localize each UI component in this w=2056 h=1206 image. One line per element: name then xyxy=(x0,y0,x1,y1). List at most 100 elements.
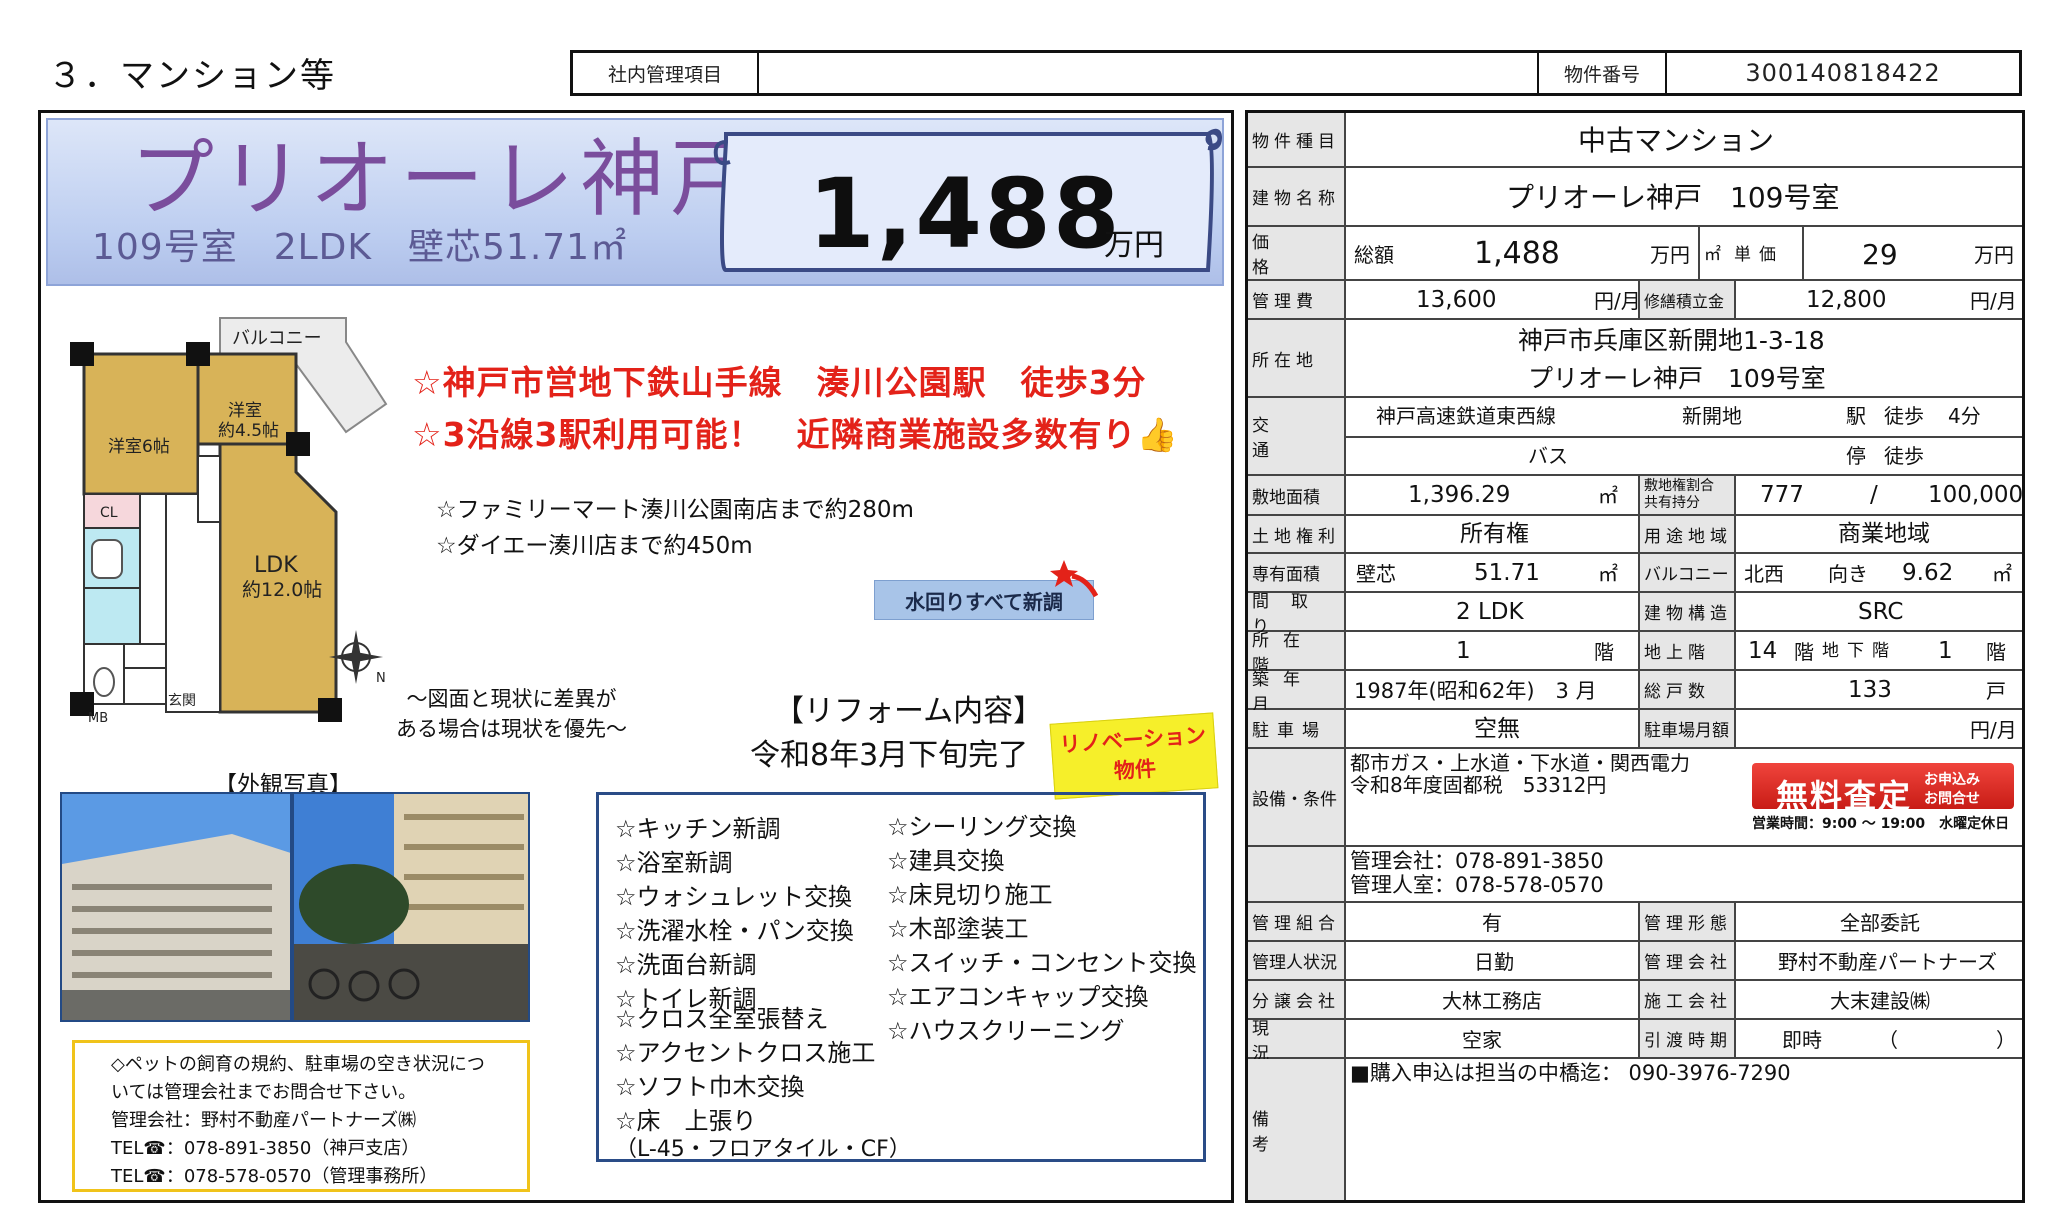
value-unit-price: 29 xyxy=(1862,238,1898,271)
value-office-tel: 管理人室：078-578-0570 xyxy=(1350,873,1604,897)
room-number: 109号室 xyxy=(92,227,238,268)
entrance-photo xyxy=(292,792,530,1022)
reform-item: ☆アクセントクロス施工 xyxy=(615,1039,876,1067)
pet-note-tel-office: TEL☎：078-578-0570（管理事務所） xyxy=(111,1166,438,1187)
renovation-badge: リノベーション 物件 xyxy=(1049,712,1219,800)
pet-note-line: いては管理会社までお問合せ下さい。 xyxy=(111,1082,417,1103)
headline-station: ☆神戸市営地下鉄山手線 湊川公園駅 徒歩3分 xyxy=(412,363,1147,402)
reform-item: ☆エアコンキャップ交換 xyxy=(887,983,1149,1011)
row-layout: 間取り 2 LDK 建物構造 SRC xyxy=(1248,592,2022,637)
reform-item: ☆建具交換 xyxy=(887,847,1005,875)
label-repair-fund: 修繕積立金 xyxy=(1638,281,1736,318)
value-station: 新開地 xyxy=(1682,404,1742,428)
room-ldk-size: 約12.0帖 xyxy=(242,579,322,601)
unit-total-units: 戸 xyxy=(1986,679,2006,703)
balcony-label: バルコニー xyxy=(232,328,322,349)
unit-above-ground: 階 xyxy=(1794,640,1814,664)
nearby-familymart: ☆ファミリーマート湊川公園南店まで約280m xyxy=(436,497,914,523)
reform-item: ☆ウォシュレット交換 xyxy=(615,883,853,911)
north-label: N xyxy=(376,671,386,686)
property-info-table: 物件種目 中古マンション 建物名称 プリオーレ神戸 109号室 価格 総額 1,… xyxy=(1245,110,2025,1203)
row-price: 価格 総額 1,488 万円 ㎡ 単価 29 万円 xyxy=(1248,227,2022,281)
value-builder: 大末建設㈱ xyxy=(1830,989,1930,1013)
value-parking: 空無 xyxy=(1474,716,1520,742)
row-fees: 管理費 13,600 円/月 修繕積立金 12,800 円/月 xyxy=(1248,281,2022,320)
value-total-price: 1,488 xyxy=(1474,236,1560,271)
row-parking: 駐車場 空無 駐車場月額 円/月 xyxy=(1248,710,2022,749)
room-western-6: 洋室6帖 xyxy=(108,437,170,457)
reform-item: ☆木部塗装工 xyxy=(887,915,1029,943)
value-area-basis: 壁芯 xyxy=(1356,562,1396,586)
value-mgmt-fee: 13,600 xyxy=(1416,287,1497,313)
reform-item: ☆ハウスクリーニング xyxy=(887,1017,1125,1045)
value-bus-stop: 停 xyxy=(1846,444,1866,468)
label-zoning: 用途地域 xyxy=(1638,516,1736,552)
row-address: 所在地 神戸市兵庫区新開地1-3-18 プリオーレ神戸 109号室 xyxy=(1248,320,2022,398)
unit-sqm: ㎡ xyxy=(1704,245,1721,265)
free-assessment-label: 無料査定 xyxy=(1776,777,1913,815)
row-property-type: 物件種目 中古マンション xyxy=(1248,113,2022,168)
unit-parking-fee: 円/月 xyxy=(1970,718,2017,742)
reform-completion-date: 令和8年3月下旬完了 xyxy=(750,738,1029,773)
mb-label: MB xyxy=(88,711,108,726)
label-land-share: 敷地権割合 共有持分 xyxy=(1638,476,1736,514)
label-total: 総額 xyxy=(1354,243,1394,267)
value-station-suffix: 駅 xyxy=(1846,404,1866,428)
unit-total-price: 万円 xyxy=(1650,243,1690,267)
price-unit: 万円 xyxy=(1104,228,1164,263)
value-total-units: 133 xyxy=(1848,677,1892,703)
label-address: 所在地 xyxy=(1248,320,1346,396)
closet-label: CL xyxy=(100,505,118,521)
value-seller: 大林工務店 xyxy=(1442,989,1542,1013)
property-summary: 109号室 2LDK 壁芯51.71㎡ xyxy=(92,218,627,270)
difference-note: ～図面と現状に差異が ある場合は現状を優先～ xyxy=(396,684,627,744)
value-walk-minutes: 4分 xyxy=(1948,404,1981,428)
label-mgmt-company: 管理会社 xyxy=(1638,942,1736,979)
value-status: 空家 xyxy=(1462,1028,1502,1052)
difference-note-line-1: ～図面と現状に差異が xyxy=(406,687,617,711)
label-manager: 管理人状況 xyxy=(1248,942,1346,979)
value-bus: バス xyxy=(1528,444,1568,468)
label-association: 管理組合 xyxy=(1248,903,1346,940)
reform-title: 【リフォーム内容】 xyxy=(774,694,1044,729)
value-share-slash: / xyxy=(1870,482,1878,508)
reform-item: ☆クロス全室張替え xyxy=(615,1005,829,1033)
value-land-area: 1,396.29 xyxy=(1408,482,1511,508)
row-contacts: 管理会社：078-891-3850 管理人室：078-578-0570 xyxy=(1248,847,2022,903)
value-address-line-2: プリオーレ神戸 109号室 xyxy=(1528,364,1826,393)
business-hours: 営業時間：9:00 ～ 19:00 水曜定休日 xyxy=(1752,816,2010,832)
label-contacts-empty xyxy=(1248,847,1346,901)
management-bar: 社内管理項目 物件番号 300140818422 xyxy=(570,50,2022,96)
row-facilities: 設備・条件 都市ガス・上水道・下水道・関西電力 令和8年度固都税 53312円 … xyxy=(1248,749,2022,847)
label-structure: 建物構造 xyxy=(1638,593,1736,630)
label-parking-fee: 駐車場月額 xyxy=(1638,710,1736,747)
row-built: 築年月 1987年(昭和62年) 3 月 総戸数 133 戸 xyxy=(1248,670,2022,715)
label-handover: 引渡時期 xyxy=(1638,1020,1736,1057)
value-balcony-area: 9.62 xyxy=(1902,560,1954,586)
free-assessment-apply: お申込み xyxy=(1924,772,1980,788)
label-price: 価格 xyxy=(1248,227,1346,279)
label-property-type: 物件種目 xyxy=(1248,113,1346,166)
mgmt-item-label: 社内管理項目 xyxy=(573,53,759,93)
label-land-area: 敷地面積 xyxy=(1248,476,1346,514)
free-assessment-button[interactable]: 無料査定 お申込み お問合せ 営業時間：9:00 ～ 19:00 水曜定休日 xyxy=(1746,759,2016,835)
label-facilities: 設備・条件 xyxy=(1248,749,1346,845)
exterior-photo xyxy=(60,792,292,1022)
unit-land-area: ㎡ xyxy=(1598,484,1618,508)
room-western-45-size: 約4.5帖 xyxy=(218,421,279,441)
value-bus-walk: 徒歩 xyxy=(1884,444,1924,468)
label-land-share-line-1: 敷地権割合 xyxy=(1644,478,1714,494)
label-land-right: 土地権利 xyxy=(1248,516,1346,552)
label-below-ground: 地下階 xyxy=(1822,641,1897,661)
value-mgmt-form: 全部委託 xyxy=(1840,911,1920,935)
room-ldk-label: LDK xyxy=(254,553,298,578)
value-handover-paren-close: ） xyxy=(1996,1028,2016,1052)
label-parking: 駐車場 xyxy=(1248,710,1346,747)
label-unit-price: 単価 xyxy=(1734,245,1784,265)
value-facilities-line-2: 令和8年度固都税 53312円 xyxy=(1350,773,1607,797)
star-icon xyxy=(1050,560,1098,598)
label-above-ground: 地上階 xyxy=(1638,632,1736,669)
free-assessment-side: お申込み お問合せ xyxy=(1924,771,1980,809)
value-structure: SRC xyxy=(1858,599,1904,625)
value-land-right: 所有権 xyxy=(1460,521,1529,547)
